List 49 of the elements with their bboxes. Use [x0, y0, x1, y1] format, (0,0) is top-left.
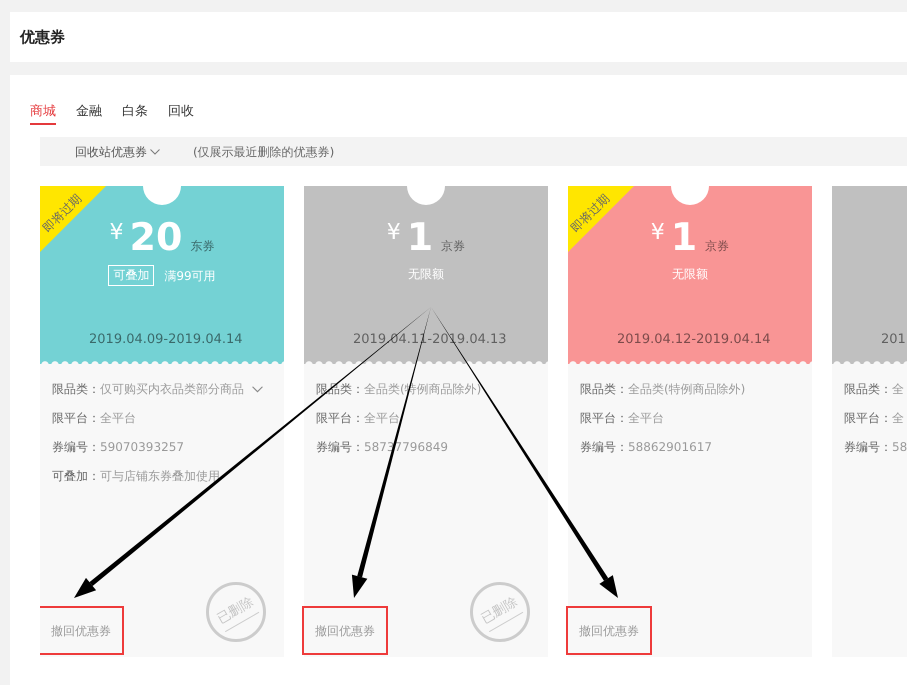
validity-dates: 2019.04.09-2019.04.14: [89, 332, 243, 346]
expiring-ribbon: 即将过期: [568, 186, 634, 252]
tab[interactable]: 商城: [30, 103, 56, 125]
currency-sign: ¥: [110, 222, 124, 244]
detail-label: 限品类：: [52, 381, 100, 398]
detail-label: 券编号：: [52, 439, 100, 456]
dropdown-button[interactable]: 回收站优惠券: [75, 142, 160, 160]
detail-value: 59070393257: [100, 439, 184, 456]
detail-value: 仅可购买内衣品类部分商品: [100, 381, 244, 398]
usage-condition: 满99可用: [164, 268, 216, 284]
detail-label: 券编号：: [316, 439, 364, 456]
detail-value: 全平台: [100, 410, 136, 427]
detail-label: 限平台：: [580, 410, 628, 427]
detail-value: 58862901617: [628, 439, 712, 456]
validity-dates: 201: [881, 332, 906, 346]
detail-label: 券编号：: [580, 439, 628, 456]
filter-note: (仅展示最近删除的优惠券): [193, 144, 334, 160]
detail-label: 限平台：: [844, 410, 892, 427]
caret-icon[interactable]: [252, 386, 263, 393]
expiring-ribbon: 即将过期: [40, 186, 106, 252]
tab[interactable]: 回收: [168, 103, 194, 125]
page-title: 优惠券: [20, 26, 65, 48]
detail-label: 券编号：: [844, 439, 892, 456]
detail-label: 限平台：: [52, 410, 100, 427]
detail-value: 全平台: [628, 410, 664, 427]
detail-label: 限品类：: [844, 381, 892, 398]
usage-condition: 无限额: [408, 266, 444, 283]
detail-value: 58: [892, 439, 907, 456]
detail-label: 限品类：: [580, 381, 628, 398]
validity-dates: 2019.04.12-2019.04.14: [617, 332, 771, 346]
coupon-type: 东券: [190, 238, 214, 255]
tab[interactable]: 金融: [76, 103, 102, 125]
detail-value: 全品类(特例商品除外): [628, 381, 746, 398]
coupon-amount: 20: [130, 218, 182, 256]
detail-value: 全平台: [364, 410, 400, 427]
coupon-type: 京券: [441, 238, 466, 255]
detail-label: 可叠加：: [52, 468, 100, 485]
detail-label: 限平台：: [316, 410, 364, 427]
coupon-amount: 1: [406, 218, 434, 256]
detail-value: 全: [892, 381, 904, 398]
tab[interactable]: 白条: [122, 103, 148, 125]
detail-value: 全: [892, 410, 904, 427]
coupon-type: 京券: [705, 238, 730, 255]
currency-sign: ¥: [386, 222, 401, 244]
currency-sign: ¥: [650, 222, 665, 244]
coupon-amount: 1: [670, 218, 698, 256]
stackable-tag: 可叠加: [108, 265, 154, 286]
caret-icon: [150, 148, 160, 154]
usage-condition: 无限额: [672, 266, 708, 283]
